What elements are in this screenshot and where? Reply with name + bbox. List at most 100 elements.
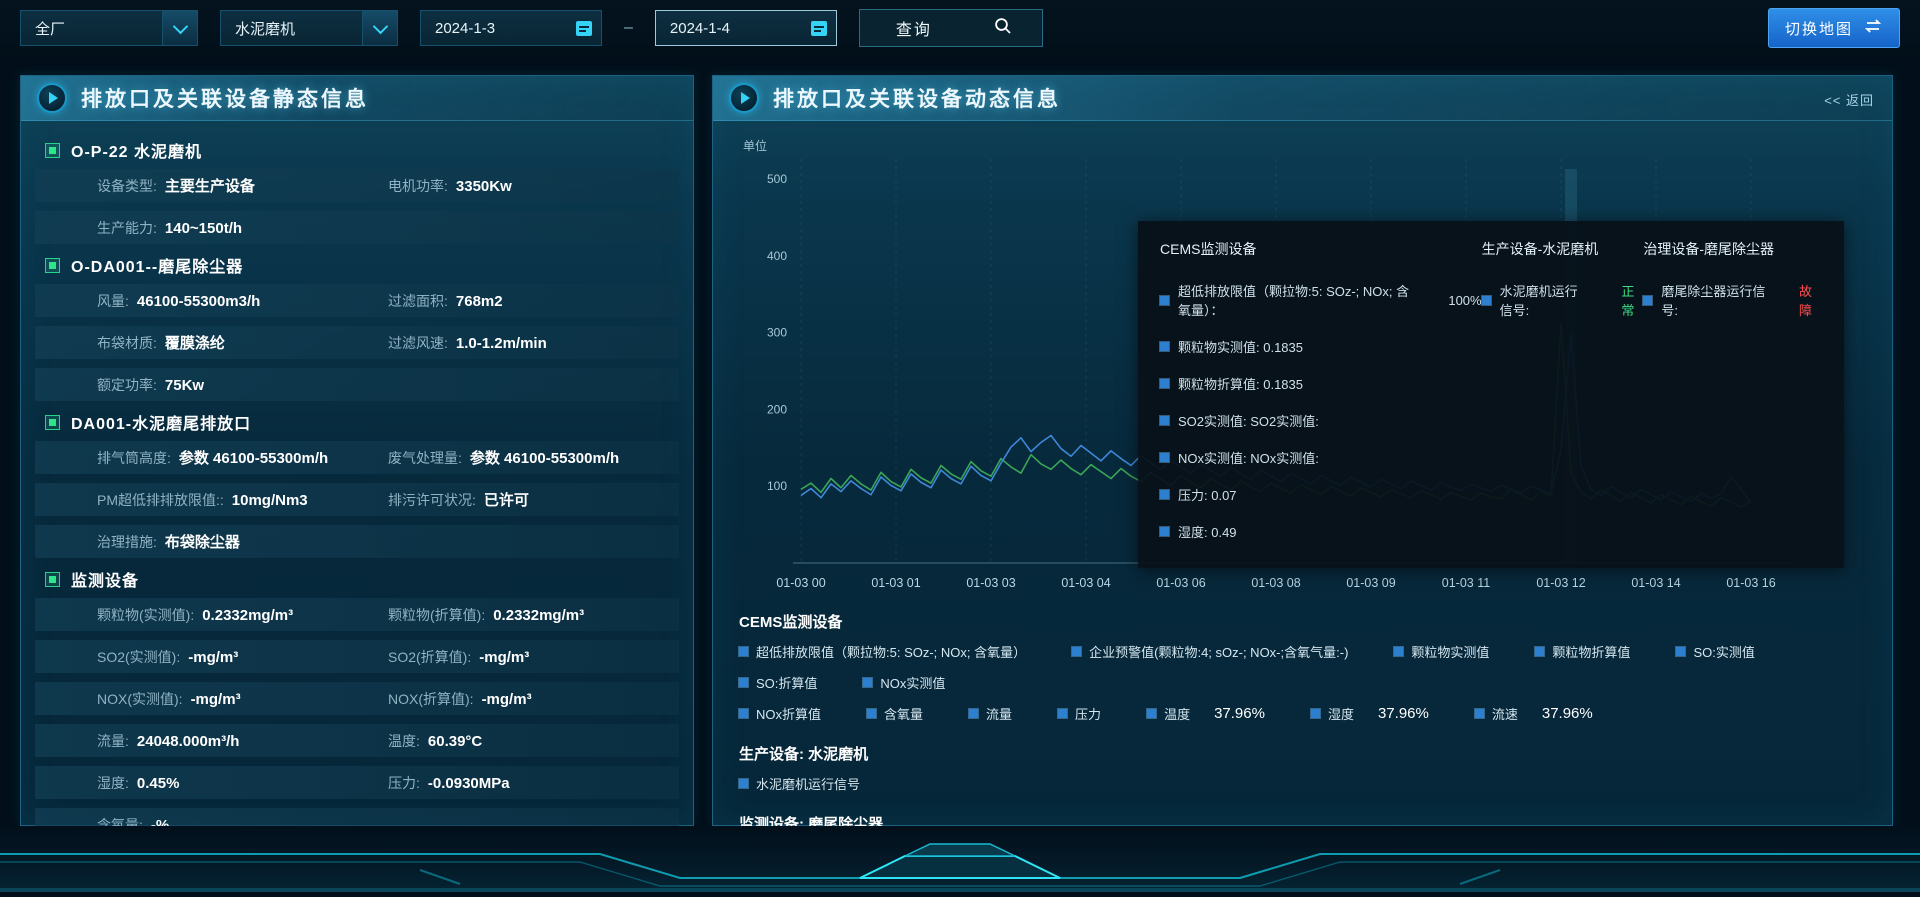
legend-item-label: 流速 — [1492, 704, 1518, 723]
info-value: -0.0930MPa — [428, 775, 510, 792]
info-label: 治理措施: — [97, 532, 157, 552]
legend-item-label: NOx实测值 — [880, 673, 945, 692]
legend-item[interactable]: 含氧量 — [867, 704, 923, 723]
play-badge-icon — [37, 83, 67, 113]
start-date-value: 2024-1-3 — [421, 20, 495, 37]
info-label: 风量: — [97, 291, 129, 311]
swap-arrows-icon — [1863, 19, 1883, 37]
info-value: 参数 46100-55300m/h — [470, 447, 619, 468]
section-bullet-icon — [45, 415, 60, 430]
legend-item[interactable]: 颗粒物实测值 — [1394, 642, 1489, 661]
info-row: 风量:46100-55300m3/h过滤面积:768m2 — [35, 284, 679, 317]
legend-square-icon — [1160, 379, 1169, 388]
legend-item[interactable]: 水泥磨机运行信号 — [739, 774, 860, 793]
info-cell: 湿度:0.45% — [97, 773, 388, 793]
query-button[interactable]: 查询 — [859, 9, 1043, 47]
legend-square-icon — [969, 709, 978, 718]
dynamic-info-header: 排放口及关联设备动态信息 << 返回 — [713, 76, 1892, 121]
info-label: 颗粒物(折算值): — [388, 605, 485, 625]
info-label: 废气处理量: — [388, 448, 462, 468]
legend-square-icon — [1676, 647, 1685, 656]
info-cell: 颗粒物(折算值):0.2332mg/m³ — [388, 605, 679, 625]
tooltip-item: SO2实测值: SO2实测值: — [1160, 411, 1482, 430]
legend-item[interactable]: SO:折算值 — [739, 673, 817, 692]
legend-item[interactable]: 流量 — [969, 704, 1012, 723]
legend-item-label: 流量 — [986, 704, 1012, 723]
legend-item-label: 含氧量 — [884, 704, 923, 723]
play-badge-icon — [729, 83, 759, 113]
info-value: 3350Kw — [456, 178, 512, 195]
legend-item-label: SO:折算值 — [756, 673, 817, 692]
info-row: SO2(实测值):-mg/m³SO2(折算值):-mg/m³ — [35, 640, 679, 673]
calendar-icon — [567, 11, 601, 45]
x-axis-tick: 01-03 16 — [1726, 576, 1775, 590]
plant-select[interactable]: 全厂 — [20, 10, 198, 46]
legend-item-label: 超低排放限值（颗拉物:5: SOz-; NOx; 含氧量） — [756, 642, 1026, 661]
legend-square-icon — [1147, 709, 1156, 718]
info-row: 设备类型:主要生产设备电机功率:3350Kw — [35, 169, 679, 202]
info-label: 排气筒高度: — [97, 448, 171, 468]
switch-map-button[interactable]: 切换地图 — [1768, 8, 1900, 48]
info-label: NOX(实测值): — [97, 689, 183, 709]
chart-tooltip: CEMS监测设备超低排放限值（颗拉物:5: SOz-; NOx; 含氧量）：10… — [1138, 221, 1844, 568]
info-value: -mg/m³ — [479, 649, 529, 666]
info-value: 75Kw — [165, 377, 204, 394]
start-date-input[interactable]: 2024-1-3 — [420, 10, 602, 46]
legend-square-icon — [867, 709, 876, 718]
info-row: NOX(实测值):-mg/m³NOX(折算值):-mg/m³ — [35, 682, 679, 715]
end-date-input[interactable]: 2024-1-4 — [655, 10, 837, 46]
info-value: 0.45% — [137, 775, 180, 792]
tooltip-item: 颗粒物折算值: 0.1835 — [1160, 374, 1482, 393]
legend-item[interactable]: NOx实测值 — [863, 673, 945, 692]
tooltip-item-value: 正常 — [1621, 281, 1643, 319]
switch-map-label: 切换地图 — [1785, 18, 1853, 39]
legend-square-icon — [1160, 296, 1169, 305]
info-label: 生产能力: — [97, 218, 157, 238]
info-value: 主要生产设备 — [165, 175, 255, 196]
section-bullet-icon — [45, 143, 60, 158]
x-axis-tick: 01-03 14 — [1631, 576, 1680, 590]
legend-square-icon — [1643, 296, 1652, 305]
info-label: SO2(实测值): — [97, 647, 180, 667]
back-link[interactable]: << 返回 — [1824, 90, 1874, 109]
info-label: 过滤风速: — [388, 333, 448, 353]
dynamic-info-panel: 排放口及关联设备动态信息 << 返回 单位 01-03 0001-03 0101… — [712, 75, 1893, 826]
tooltip-item: 压力: 0.07 — [1160, 485, 1482, 504]
info-cell: 治理措施:布袋除尘器 — [97, 531, 679, 552]
info-cell: 颗粒物(实测值):0.2332mg/m³ — [97, 605, 388, 625]
calendar-icon — [802, 11, 836, 45]
info-row: 生产能力:140~150t/h — [35, 211, 679, 244]
section-title-text: 监测设备 — [71, 567, 139, 591]
info-cell: 过滤面积:768m2 — [388, 291, 679, 311]
tooltip-item-label: 湿度: 0.49 — [1178, 522, 1237, 541]
legend-item[interactable]: NOx折算值 — [739, 704, 821, 723]
section-bullet-icon — [45, 258, 60, 273]
section-title: 监测设备 — [45, 567, 683, 591]
tooltip-item-label: 压力: 0.07 — [1178, 485, 1237, 504]
info-value: -mg/m³ — [482, 691, 532, 708]
legend-item[interactable]: 超低排放限值（颗拉物:5: SOz-; NOx; 含氧量） — [739, 642, 1026, 661]
legend-item[interactable]: 企业预警值(颗粒物:4; sOz-; NOx-;含氧气量:-) — [1072, 642, 1348, 661]
y-axis-tick: 200 — [767, 402, 787, 416]
legend-item[interactable]: 颗粒物折算值 — [1535, 642, 1630, 661]
legend-item[interactable]: 压力 — [1058, 704, 1101, 723]
legend-item[interactable]: SO:实测值 — [1676, 642, 1754, 661]
info-label: 过滤面积: — [388, 291, 448, 311]
tooltip-item-label: SO2实测值: SO2实测值: — [1178, 411, 1319, 430]
info-cell: 排污许可状况:已许可 — [388, 489, 679, 510]
device-select[interactable]: 水泥磨机 — [220, 10, 398, 46]
tooltip-item-value: 故障 — [1799, 281, 1822, 319]
legend-item-label: SO:实测值 — [1693, 642, 1754, 661]
legend-square-icon — [1535, 647, 1544, 656]
legend-item[interactable]: 湿度37.96% — [1311, 704, 1429, 723]
info-label: 温度: — [388, 731, 420, 751]
section-title-text: O-P-22 水泥磨机 — [71, 138, 202, 162]
legend-item[interactable]: 流速37.96% — [1475, 704, 1593, 723]
section-title-text: O-DA001--磨尾除尘器 — [71, 253, 243, 277]
section-title: DA001-水泥磨尾排放口 — [45, 410, 683, 434]
tooltip-item: 湿度: 0.49 — [1160, 522, 1482, 541]
legend-item[interactable]: 温度37.96% — [1147, 704, 1265, 723]
y-axis-tick: 400 — [767, 249, 787, 263]
search-icon — [994, 17, 1012, 40]
info-cell: 电机功率:3350Kw — [388, 176, 679, 196]
